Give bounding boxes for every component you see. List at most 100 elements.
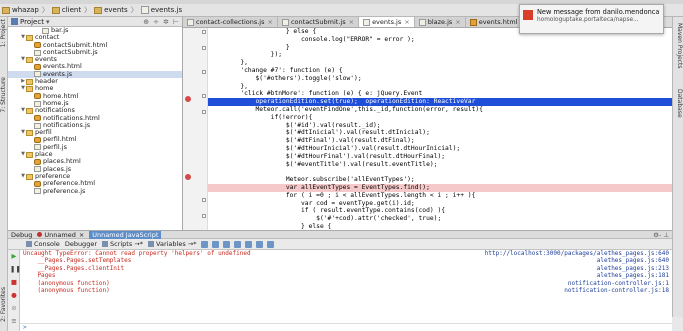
tree-item[interactable]: ▼ home xyxy=(8,85,182,93)
scripts-tab-label: Scripts →* xyxy=(110,240,144,248)
settings-icon[interactable]: ≡ xyxy=(10,318,18,325)
mute-breakpoints-icon[interactable]: ⊘ xyxy=(10,305,18,312)
debug-tab-javascript[interactable]: Unnamed JavaScript xyxy=(89,230,162,239)
html-file-icon xyxy=(34,64,41,71)
fold-icon[interactable] xyxy=(202,198,206,202)
close-icon[interactable]: × xyxy=(404,18,409,26)
debugger-tab[interactable]: Debugger xyxy=(65,240,97,248)
collapse-icon[interactable]: ÷ xyxy=(153,18,159,26)
console-input[interactable]: > xyxy=(20,323,672,331)
close-icon[interactable]: × xyxy=(79,231,84,239)
step-out-icon[interactable] xyxy=(245,240,253,248)
tree-item[interactable]: preference.js xyxy=(8,187,182,195)
console-output[interactable]: Uncaught TypeError: Cannot read property… xyxy=(20,250,672,331)
project-icon xyxy=(11,18,18,25)
breadcrumb-item[interactable]: events 〉 xyxy=(94,5,138,15)
tree-item[interactable]: ▼ events xyxy=(8,55,182,63)
editor-tab-label: events.js xyxy=(372,18,402,26)
code-line: $('#id').val(result._id); xyxy=(210,121,381,129)
tree-item[interactable]: ▼ place xyxy=(8,150,182,158)
folder-icon xyxy=(2,6,10,14)
notification-title: New message from danilo.mendonca xyxy=(537,8,660,16)
fold-icon[interactable] xyxy=(202,30,206,34)
editor-tab[interactable]: contact-collections.js × xyxy=(183,17,278,27)
tree-item[interactable]: ▼ preference xyxy=(8,172,182,180)
variables-tab[interactable]: Variables →* xyxy=(148,240,196,248)
console-message: (anonymous function) xyxy=(23,279,110,287)
debug-settings[interactable]: ⚙- ⊥ xyxy=(653,231,669,239)
console-source-link[interactable]: http://localhost:3000/packages/alethes_p… xyxy=(485,250,669,257)
console-row: Uncaught TypeError: Cannot read property… xyxy=(20,250,672,257)
debug-toolbar: Console Debugger Scripts →* Variables →* xyxy=(8,239,672,250)
structure-tool-tab[interactable]: 7: Structure xyxy=(0,77,8,113)
console-source-link[interactable]: notification-controller.js:1 xyxy=(568,280,669,287)
code-line: }, xyxy=(210,82,248,90)
console-source-link[interactable]: alethes_pages.js:213 xyxy=(597,265,669,272)
debug-icon xyxy=(37,232,43,237)
folder-icon xyxy=(26,78,33,85)
hide-icon[interactable]: ⊢ xyxy=(173,18,179,26)
favorites-tool-tab[interactable]: 2: Favorites xyxy=(0,287,8,322)
breadcrumb-separator-icon: 〉 xyxy=(130,6,138,14)
code-line: operationEdition.set(true); operationEdi… xyxy=(208,98,672,106)
left-tool-strip: 1: Project 7: Structure 2: Favorites xyxy=(0,17,8,331)
step-into-icon[interactable] xyxy=(223,240,231,248)
editor-tab[interactable]: contactSubmit.js × xyxy=(277,17,360,27)
step-over-icon[interactable] xyxy=(212,240,220,248)
code-editor[interactable]: } else { console.log("ERROR" = error ); … xyxy=(208,28,672,230)
breakpoint-icon[interactable] xyxy=(185,96,191,102)
project-tool-tab[interactable]: 1: Project xyxy=(0,19,8,47)
close-icon[interactable]: × xyxy=(349,18,354,26)
evaluate-icon[interactable] xyxy=(267,240,275,248)
html-file-icon xyxy=(469,18,477,26)
tree-item[interactable]: ▼ perfil xyxy=(8,128,182,136)
pause-icon[interactable]: ❚❚ xyxy=(10,266,21,273)
project-panel-title[interactable]: Project xyxy=(20,18,44,26)
tree-item[interactable]: events.html xyxy=(8,63,182,70)
fold-icon[interactable] xyxy=(202,110,206,114)
tree-item[interactable]: preference.html xyxy=(8,179,182,187)
show-execution-point-icon[interactable] xyxy=(201,240,209,248)
gear-icon[interactable]: ✲ xyxy=(163,18,169,26)
maven-projects-tab[interactable]: Maven Projects xyxy=(674,23,683,68)
close-icon[interactable]: × xyxy=(268,18,273,26)
stop-icon[interactable]: ■ xyxy=(10,279,18,286)
console-source-link[interactable]: notification-controller.js:18 xyxy=(564,287,669,294)
fold-icon[interactable] xyxy=(202,46,206,50)
breadcrumb-item[interactable]: events.js xyxy=(140,6,182,14)
resume-icon[interactable]: ▶ xyxy=(10,253,18,260)
tree-item[interactable]: home.html xyxy=(8,92,182,100)
tree-item[interactable]: perfil.html xyxy=(8,136,182,143)
debug-tab-unnamed[interactable]: Unnamed × xyxy=(37,231,84,239)
view-breakpoints-icon[interactable]: ● xyxy=(10,292,18,299)
folder-icon xyxy=(51,6,60,14)
fold-icon[interactable] xyxy=(202,94,206,98)
console-source-link[interactable]: alethes_pages.js:181 xyxy=(597,272,669,279)
folder-icon xyxy=(26,34,33,41)
fold-icon[interactable] xyxy=(202,70,206,74)
breakpoint-icon[interactable] xyxy=(185,174,191,180)
code-line: if ( result.eventType.contains(cod) ){ xyxy=(210,207,446,215)
run-to-cursor-icon[interactable] xyxy=(256,240,264,248)
notification-popup[interactable]: New message from danilo.mendonca homolog… xyxy=(519,4,664,34)
sync-icon[interactable]: ⊕ xyxy=(143,18,149,26)
breadcrumb-item[interactable]: client 〉 xyxy=(51,5,91,15)
scripts-tab[interactable]: Scripts →* xyxy=(102,240,143,248)
console-message: (anonymous function) xyxy=(23,286,110,294)
tree-item[interactable]: places.html xyxy=(8,158,182,165)
editor-tab[interactable]: blaze.js × xyxy=(414,17,466,27)
editor-gutter[interactable] xyxy=(183,28,208,230)
breadcrumb-item[interactable]: whazap 〉 xyxy=(2,5,49,15)
close-icon[interactable]: × xyxy=(455,18,460,26)
console-tab[interactable]: Console xyxy=(26,240,60,248)
console-source-link[interactable]: alethes_pages.js:640 xyxy=(597,257,669,264)
force-step-into-icon[interactable] xyxy=(234,240,242,248)
editor-tab[interactable]: events.js × xyxy=(359,17,415,27)
folder-icon xyxy=(26,151,33,158)
chevron-down-icon[interactable]: ▾ xyxy=(46,18,50,26)
tree-item[interactable]: notifications.html xyxy=(8,114,182,122)
fold-icon[interactable] xyxy=(202,214,206,218)
code-line: var cod = eventType.get(i).id; xyxy=(210,199,415,207)
database-tab[interactable]: Database xyxy=(674,89,683,118)
